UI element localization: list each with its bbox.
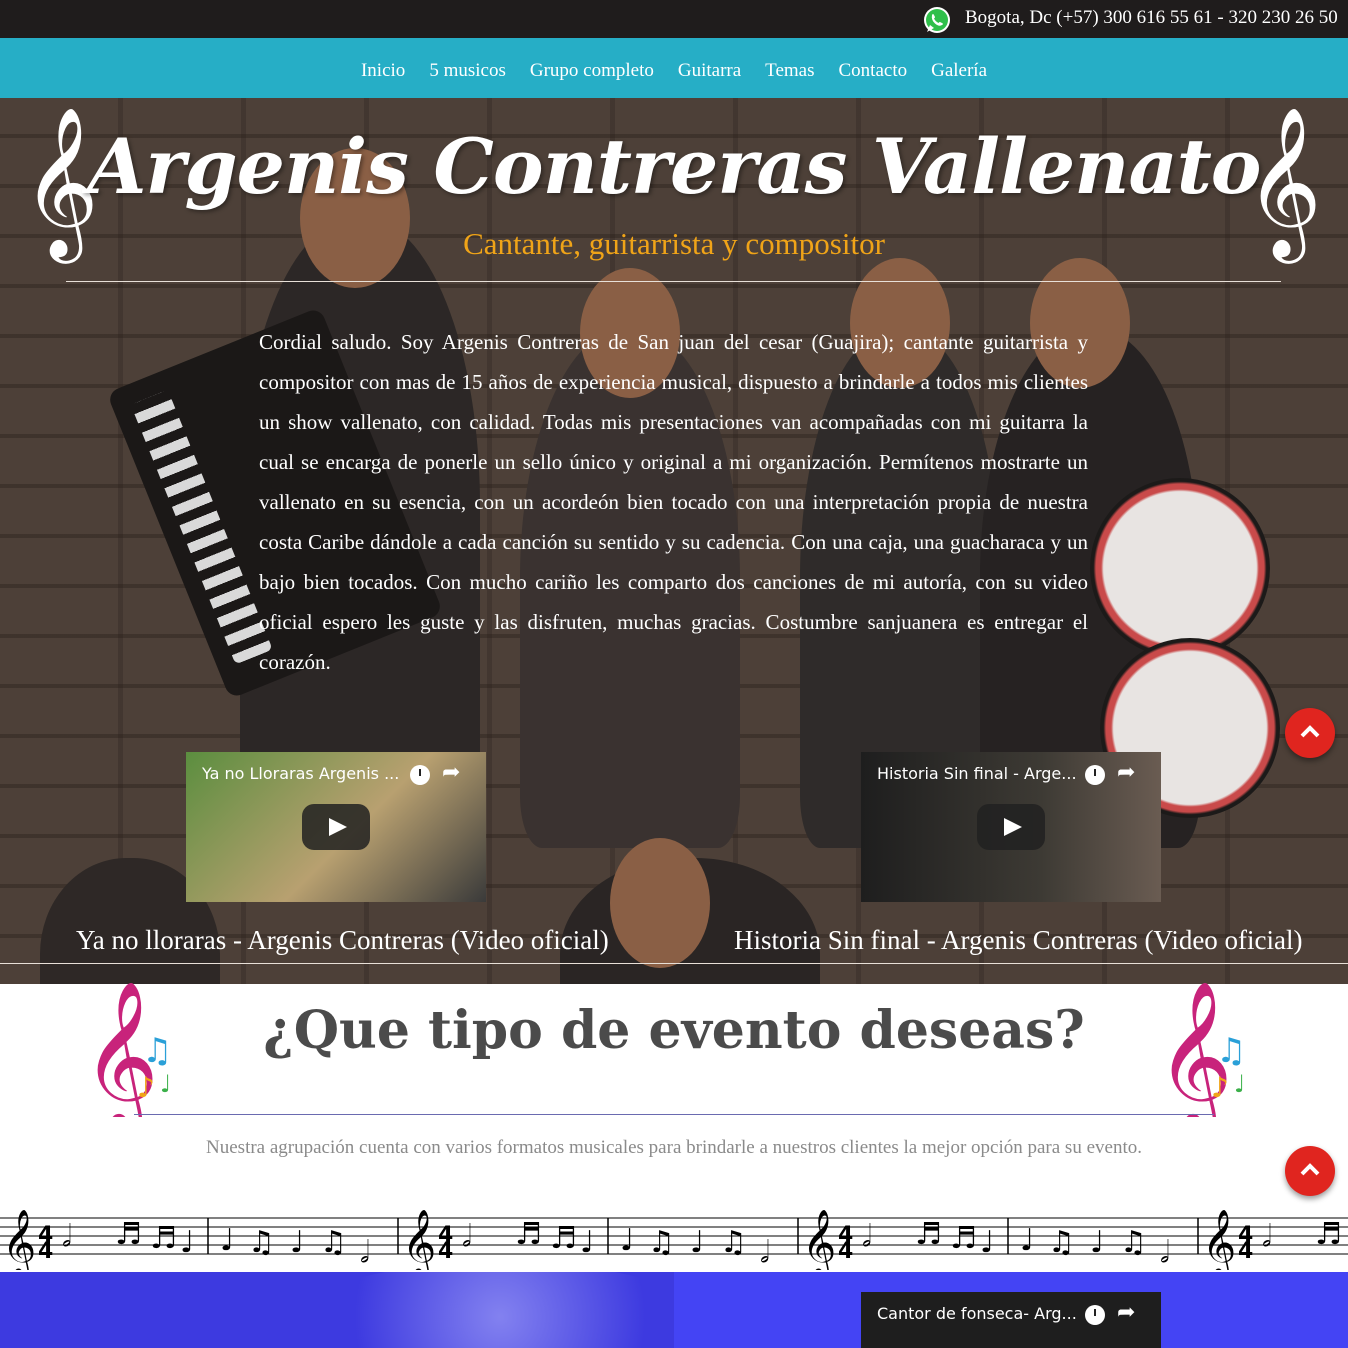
intro-paragraph: Cordial saludo. Soy Argenis Contreras de… xyxy=(259,330,1088,674)
svg-text:𝄞: 𝄞 xyxy=(1202,1208,1236,1270)
tree-image xyxy=(300,1272,674,1348)
main-nav: Inicio 5 musicos Grupo completo Guitarra… xyxy=(0,38,1348,98)
site-title: Argenis Contreras Vallenato xyxy=(87,122,1262,211)
svg-text:𝅗𝅥: 𝅗𝅥 xyxy=(62,1219,72,1254)
svg-text:♪: ♪ xyxy=(1211,1071,1229,1104)
video-title[interactable]: Historia Sin final - Arge... xyxy=(877,764,1077,783)
svg-text:♩: ♩ xyxy=(690,1225,704,1260)
svg-text:♫: ♫ xyxy=(320,1225,347,1260)
scroll-to-top-button[interactable] xyxy=(1285,1146,1335,1196)
svg-text:𝅗𝅥: 𝅗𝅥 xyxy=(760,1235,770,1270)
svg-text:𝅗𝅥: 𝅗𝅥 xyxy=(1262,1219,1272,1254)
svg-text:♩: ♩ xyxy=(620,1223,634,1258)
watch-later-icon[interactable] xyxy=(1085,765,1105,785)
svg-text:♬: ♬ xyxy=(550,1221,577,1256)
whatsapp-icon[interactable] xyxy=(922,5,952,35)
event-section-description: Nuestra agrupación cuenta con varios for… xyxy=(206,1137,1142,1158)
svg-text:4: 4 xyxy=(838,1239,853,1264)
svg-text:♩: ♩ xyxy=(160,1070,171,1098)
svg-text:𝄞: 𝄞 xyxy=(2,1208,36,1270)
share-icon[interactable]: ➦ xyxy=(1117,760,1135,785)
video-title[interactable]: Cantor de fonseca- Arg... xyxy=(877,1304,1077,1323)
scroll-to-top-button[interactable] xyxy=(1285,708,1335,758)
play-button[interactable] xyxy=(977,804,1045,850)
svg-text:♬: ♬ xyxy=(115,1217,142,1252)
event-video-panel: Cantor de fonseca- Arg... ➦ xyxy=(674,1272,1348,1348)
svg-text:♬: ♬ xyxy=(515,1217,542,1252)
svg-text:𝄞: 𝄞 xyxy=(802,1208,836,1270)
svg-text:♩: ♩ xyxy=(980,1225,994,1260)
svg-text:♩: ♩ xyxy=(1090,1225,1104,1260)
svg-text:𝅗𝅥: 𝅗𝅥 xyxy=(360,1235,370,1270)
svg-text:♬: ♬ xyxy=(915,1217,942,1252)
nav-item-5-musicos[interactable]: 5 musicos xyxy=(429,60,506,82)
chevron-up-icon xyxy=(1300,1163,1320,1176)
divider xyxy=(134,1114,1214,1115)
drum-image xyxy=(1090,478,1270,658)
svg-text:♪: ♪ xyxy=(137,1071,155,1104)
video-caption: Historia Sin final - Argenis Contreras (… xyxy=(734,925,1303,955)
svg-text:♩: ♩ xyxy=(580,1225,594,1260)
svg-text:♩: ♩ xyxy=(290,1225,304,1260)
watch-later-icon[interactable] xyxy=(1085,1305,1105,1325)
nav-item-contacto[interactable]: Contacto xyxy=(839,60,908,82)
svg-text:♫: ♫ xyxy=(648,1225,675,1260)
event-section-title: ¿Que tipo de evento deseas? xyxy=(263,1000,1085,1061)
nav-item-galeria[interactable]: Galería xyxy=(931,60,987,82)
svg-text:𝄞: 𝄞 xyxy=(402,1208,436,1270)
svg-text:𝅗𝅥: 𝅗𝅥 xyxy=(462,1219,472,1254)
svg-text:♩: ♩ xyxy=(1234,1070,1245,1098)
contact-info: Bogota, Dc (+57) 300 616 55 61 - 320 230… xyxy=(965,7,1338,28)
divider xyxy=(66,281,1281,282)
video-player[interactable]: Historia Sin final - Arge... ➦ xyxy=(861,752,1161,902)
band-member-face xyxy=(610,838,710,968)
divider xyxy=(0,963,1348,964)
watch-later-icon[interactable] xyxy=(410,765,430,785)
svg-text:𝅗𝅥: 𝅗𝅥 xyxy=(1160,1235,1170,1270)
svg-text:♩: ♩ xyxy=(220,1223,234,1258)
video-title[interactable]: Ya no Lloraras Argenis ... xyxy=(202,764,402,783)
event-image-panel xyxy=(0,1272,674,1348)
share-icon[interactable]: ➦ xyxy=(442,760,460,785)
nav-item-temas[interactable]: Temas xyxy=(765,60,814,82)
music-staff-divider: 𝄞 44 𝄞 44 𝄞 44 𝄞 44 𝅗𝅥 ♬ ♬ ♩ ♩ ♫ ♩ ♫ 𝅗𝅥 𝅗𝅥 ♬ ♬ ♩ ♩ ♫ ♩ ♫ 𝅗… xyxy=(0,1208,1348,1270)
svg-text:♬: ♬ xyxy=(150,1221,177,1256)
svg-text:♫: ♫ xyxy=(1048,1225,1075,1260)
video-player[interactable]: Cantor de fonseca- Arg... ➦ xyxy=(861,1292,1161,1348)
svg-text:♫: ♫ xyxy=(248,1225,275,1260)
video-caption: Ya no lloraras - Argenis Contreras (Vide… xyxy=(76,925,609,955)
svg-text:♬: ♬ xyxy=(1315,1217,1342,1252)
chevron-up-icon xyxy=(1300,725,1320,738)
svg-text:4: 4 xyxy=(38,1239,53,1264)
nav-item-guitarra[interactable]: Guitarra xyxy=(678,60,741,82)
svg-text:4: 4 xyxy=(438,1239,453,1264)
share-icon[interactable]: ➦ xyxy=(1117,1300,1135,1325)
svg-text:♩: ♩ xyxy=(1020,1223,1034,1258)
top-bar: Bogota, Dc (+57) 300 616 55 61 - 320 230… xyxy=(0,0,1348,38)
svg-text:4: 4 xyxy=(1238,1239,1253,1264)
nav-item-grupo-completo[interactable]: Grupo completo xyxy=(530,60,654,82)
svg-text:𝅗𝅥: 𝅗𝅥 xyxy=(862,1219,872,1254)
video-player[interactable]: Ya no Lloraras Argenis ... ➦ xyxy=(186,752,486,902)
play-button[interactable] xyxy=(302,804,370,850)
svg-text:♩: ♩ xyxy=(180,1225,194,1260)
svg-text:♫: ♫ xyxy=(720,1225,747,1260)
svg-text:♫: ♫ xyxy=(1120,1225,1147,1260)
site-subtitle: Cantante, guitarrista y compositor xyxy=(463,226,885,261)
nav-item-inicio[interactable]: Inicio xyxy=(361,60,405,82)
svg-text:♬: ♬ xyxy=(950,1221,977,1256)
